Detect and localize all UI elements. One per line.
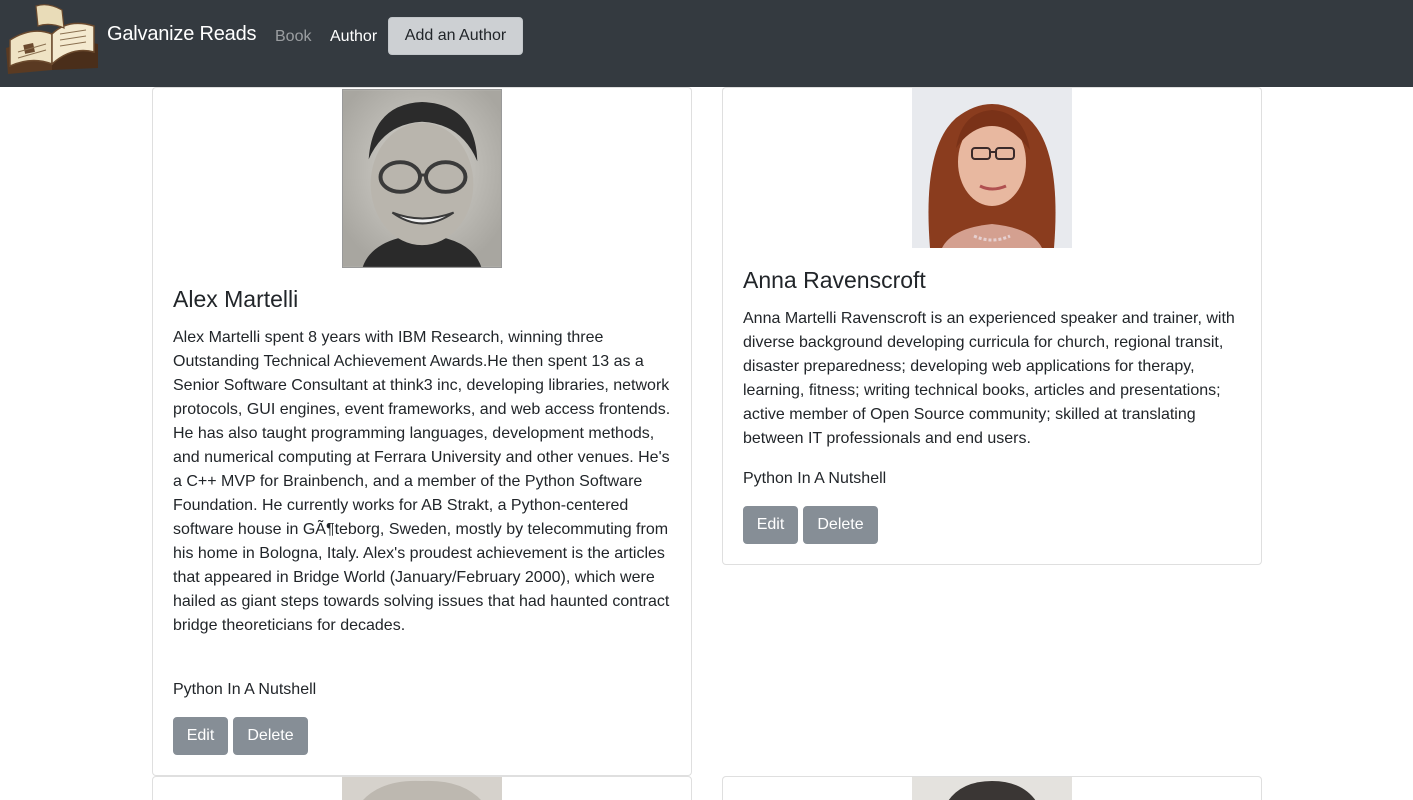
author-book: Python In A Nutshell xyxy=(743,470,887,487)
author-bio: Anna Martelli Ravenscroft is an experien… xyxy=(743,310,1235,447)
author-photo xyxy=(342,777,502,800)
brand-title[interactable]: Galvanize Reads xyxy=(107,23,257,46)
author-name: Alex Martelli xyxy=(173,286,299,312)
nav-link-author[interactable]: Author xyxy=(330,28,377,46)
author-bio: Alex Martelli spent 8 years with IBM Res… xyxy=(173,329,671,634)
author-card: Anna Ravenscroft Anna Martelli Ravenscro… xyxy=(722,87,1262,565)
open-book-logo-icon[interactable] xyxy=(2,0,102,76)
author-book: Python In A Nutshell xyxy=(173,681,317,698)
author-card xyxy=(722,776,1262,800)
navbar: Galvanize Reads Book Author Add an Autho… xyxy=(0,0,1413,87)
author-card xyxy=(152,776,692,800)
edit-button[interactable]: Edit xyxy=(743,506,798,544)
author-name: Anna Ravenscroft xyxy=(743,267,926,293)
edit-button[interactable]: Edit xyxy=(173,717,228,755)
author-photo xyxy=(912,88,1072,248)
author-photo xyxy=(342,89,502,268)
delete-button[interactable]: Delete xyxy=(233,717,308,755)
author-photo xyxy=(912,777,1072,800)
add-author-button[interactable]: Add an Author xyxy=(388,17,523,55)
author-card: Alex Martelli Alex Martelli spent 8 year… xyxy=(152,87,692,776)
delete-button[interactable]: Delete xyxy=(803,506,878,544)
nav-link-book[interactable]: Book xyxy=(275,28,311,46)
